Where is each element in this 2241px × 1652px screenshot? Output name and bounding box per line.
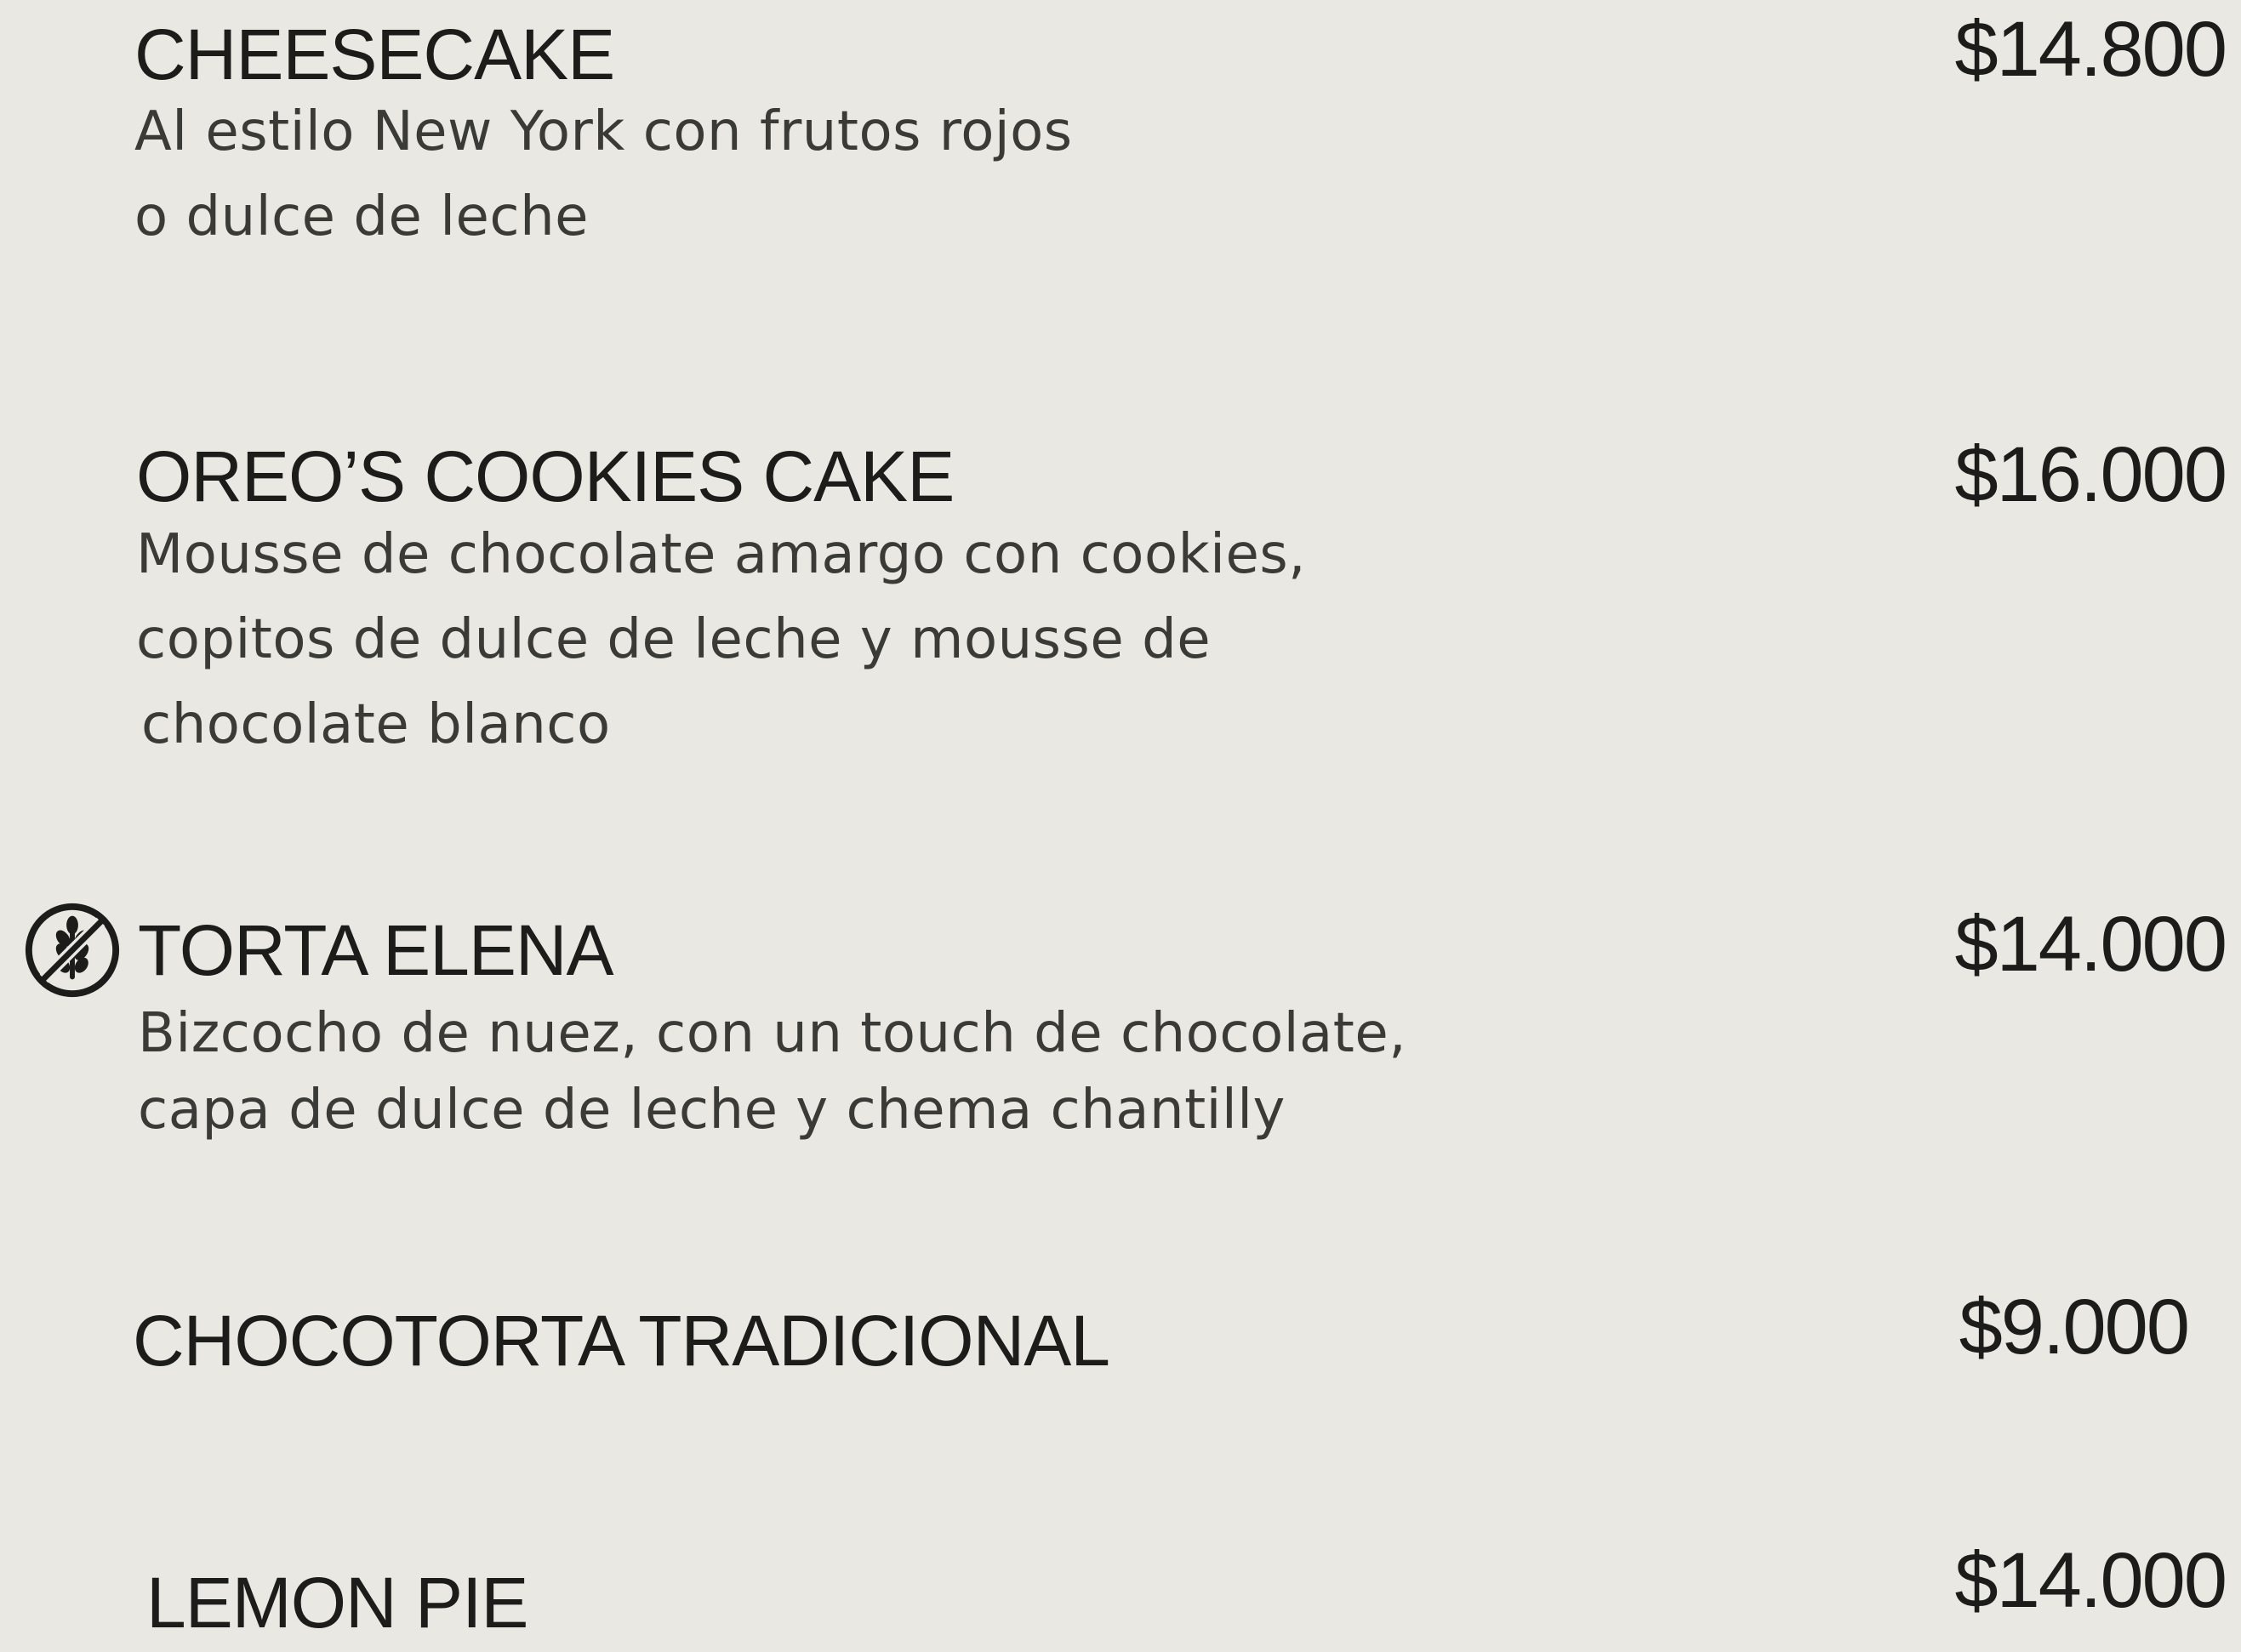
description-line: copitos de dulce de leche y mousse de <box>136 608 1212 671</box>
item-description: Bizcocho de nuez, con un touch de chocol… <box>138 995 1406 1148</box>
description-line: capa de dulce de leche y chema chantilly <box>138 1079 1286 1142</box>
item-name: TORTA ELENA <box>138 910 614 990</box>
menu-page: { "items": [ { "name": "CHEESECAKE", "pr… <box>0 0 2241 1652</box>
item-price: $16.000 <box>1954 431 2227 518</box>
description-line: Mousse de chocolate amargo con cookies, <box>136 523 1306 586</box>
item-description: Mousse de chocolate amargo con cookies, … <box>136 512 1306 767</box>
item-price: $14.800 <box>1954 6 2227 93</box>
item-name: CHEESECAKE <box>134 14 615 94</box>
gluten-free-icon <box>25 903 120 998</box>
description-line: Bizcocho de nuez, con un touch de chocol… <box>138 1002 1407 1065</box>
item-price: $14.000 <box>1954 1537 2227 1624</box>
item-description: Al estilo New York con frutos rojos o du… <box>134 89 1073 259</box>
description-line: chocolate blanco <box>141 693 611 756</box>
item-price: $9.000 <box>1959 1284 2190 1370</box>
item-name: LEMON PIE <box>146 1563 528 1643</box>
item-price: $14.000 <box>1954 901 2227 988</box>
item-name: OREO’S COOKIES CAKE <box>136 436 955 516</box>
description-line: o dulce de leche <box>134 185 589 248</box>
item-name: CHOCOTORTA TRADICIONAL <box>133 1301 1110 1381</box>
description-line: Al estilo New York con frutos rojos <box>134 100 1073 163</box>
